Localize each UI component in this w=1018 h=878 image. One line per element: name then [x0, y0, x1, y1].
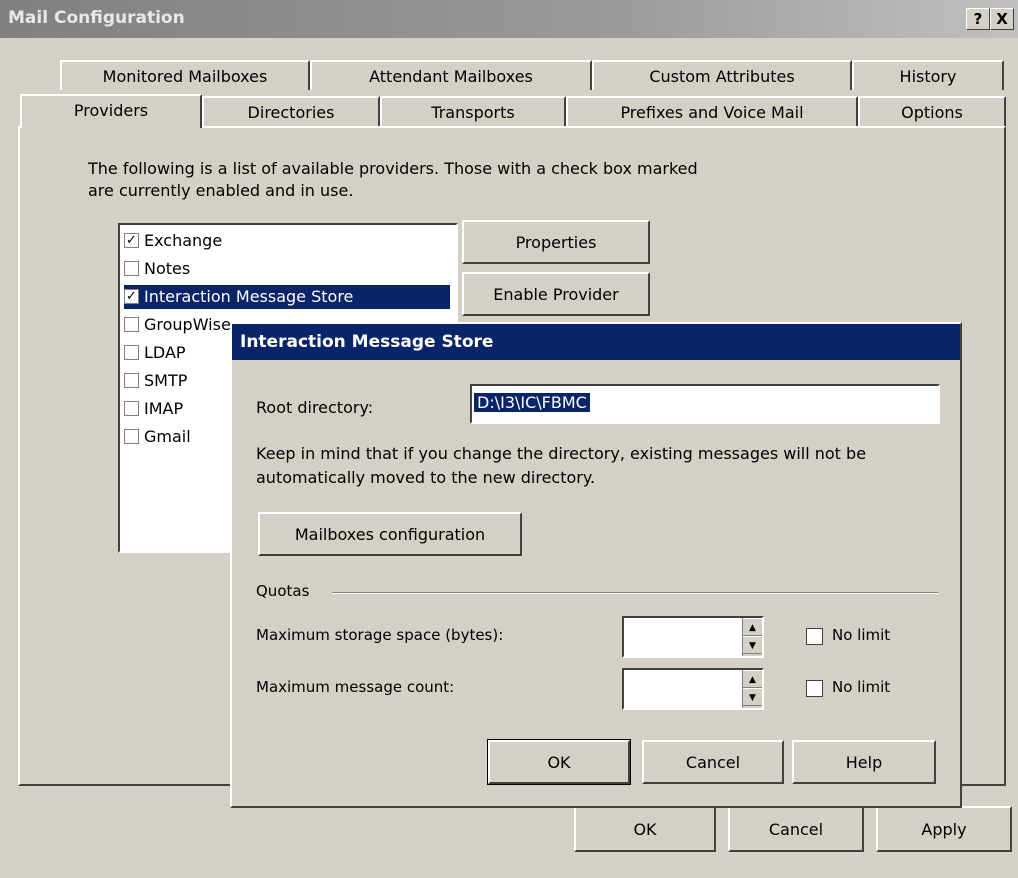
checkbox-icon[interactable]	[124, 345, 139, 360]
storage-label: Maximum storage space (bytes):	[256, 626, 504, 644]
enable-provider-button[interactable]: Enable Provider	[462, 272, 650, 316]
tab-options[interactable]: Options	[858, 96, 1006, 126]
spin-up-icon[interactable]: ▲	[743, 670, 762, 688]
dialog-title: Interaction Message Store	[232, 324, 960, 360]
apply-button[interactable]: Apply	[876, 806, 1012, 852]
count-no-limit-label: No limit	[832, 678, 891, 696]
count-label: Maximum message count:	[256, 678, 455, 696]
directory-note: Keep in mind that if you change the dire…	[256, 444, 867, 487]
properties-button[interactable]: Properties	[462, 220, 650, 264]
storage-no-limit-label: No limit	[832, 626, 891, 644]
help-icon[interactable]: ?	[966, 8, 990, 30]
tab-monitored-mailboxes[interactable]: Monitored Mailboxes	[60, 60, 310, 90]
tab-attendant-mailboxes[interactable]: Attendant Mailboxes	[310, 60, 592, 90]
list-item-notes[interactable]: Notes	[124, 257, 450, 281]
quotas-label: Quotas	[256, 582, 310, 600]
count-spinner[interactable]: ▲ ▼	[742, 670, 762, 708]
count-no-limit-checkbox[interactable]	[806, 680, 823, 697]
tab-prefixes-voice-mail[interactable]: Prefixes and Voice Mail	[566, 96, 858, 126]
dialog-ok-button[interactable]: OK	[487, 739, 631, 785]
provider-label: IMAP	[144, 399, 184, 418]
window-titlebar: Mail Configuration ? X	[0, 0, 1018, 38]
storage-spinner[interactable]: ▲ ▼	[742, 618, 762, 656]
checkbox-icon[interactable]	[124, 401, 139, 416]
checkbox-checked-icon[interactable]: ✓	[124, 289, 139, 304]
cancel-button[interactable]: Cancel	[728, 806, 864, 852]
spin-up-icon[interactable]: ▲	[743, 618, 762, 636]
root-directory-label: Root directory:	[256, 398, 374, 417]
count-input[interactable]: ▲ ▼	[622, 668, 764, 710]
mailboxes-configuration-button[interactable]: Mailboxes configuration	[258, 512, 522, 556]
root-directory-input[interactable]: D:\I3\IC\FBMC	[470, 384, 940, 424]
storage-input[interactable]: ▲ ▼	[622, 616, 764, 658]
provider-label: LDAP	[144, 343, 186, 362]
list-item-interaction-message-store[interactable]: ✓ Interaction Message Store	[124, 285, 450, 309]
ok-button[interactable]: OK	[574, 806, 716, 852]
provider-label: Interaction Message Store	[144, 287, 354, 306]
checkbox-icon[interactable]	[124, 317, 139, 332]
provider-label: GroupWise	[144, 315, 231, 334]
spin-down-icon[interactable]: ▼	[743, 688, 762, 706]
tab-history[interactable]: History	[852, 60, 1004, 90]
provider-label: Exchange	[144, 231, 223, 250]
dialog-cancel-button[interactable]: Cancel	[642, 740, 784, 784]
provider-label: Notes	[144, 259, 191, 278]
tab-transports[interactable]: Transports	[380, 96, 566, 126]
root-directory-value: D:\I3\IC\FBMC	[474, 393, 590, 412]
tab-providers[interactable]: Providers	[20, 94, 202, 128]
window-title: Mail Configuration	[8, 8, 185, 28]
interaction-message-store-dialog: Interaction Message Store Root directory…	[230, 322, 962, 808]
checkbox-icon[interactable]	[124, 373, 139, 388]
list-item-exchange[interactable]: ✓ Exchange	[124, 229, 450, 253]
spin-down-icon[interactable]: ▼	[743, 636, 762, 654]
tab-custom-attributes[interactable]: Custom Attributes	[592, 60, 852, 90]
dialog-help-button[interactable]: Help	[792, 740, 936, 784]
providers-description: The following is a list of available pro…	[88, 159, 698, 200]
checkbox-checked-icon[interactable]: ✓	[124, 233, 139, 248]
provider-label: SMTP	[144, 371, 188, 390]
checkbox-icon[interactable]	[124, 429, 139, 444]
storage-no-limit-checkbox[interactable]	[806, 628, 823, 645]
checkbox-icon[interactable]	[124, 261, 139, 276]
provider-label: Gmail	[144, 427, 191, 446]
close-icon[interactable]: X	[990, 8, 1014, 30]
quotas-separator	[332, 592, 938, 594]
tab-directories[interactable]: Directories	[202, 96, 380, 126]
